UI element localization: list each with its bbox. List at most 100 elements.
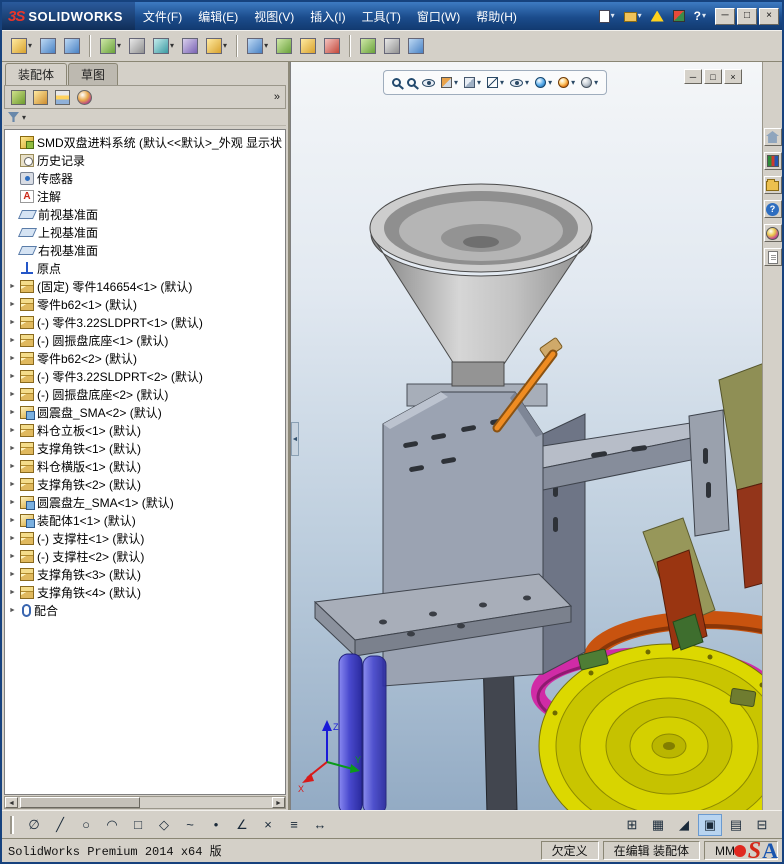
doc-minimize-button[interactable]: ─	[684, 69, 702, 84]
rapid-sketch-button[interactable]: ▤	[724, 814, 748, 836]
funnel-hopper[interactable]	[369, 183, 593, 387]
show-hidden-components-button[interactable]	[179, 34, 201, 58]
scrollbar-thumb[interactable]	[20, 797, 140, 808]
point-button[interactable]: •	[204, 814, 228, 836]
view-orientation-button[interactable]: ▾	[463, 72, 482, 93]
trim-entities-button[interactable]: ×	[256, 814, 280, 836]
menu-window[interactable]: 窗口(W)	[409, 5, 468, 28]
new-document-button[interactable]: ▾	[596, 7, 618, 26]
smart-fasteners-button[interactable]	[126, 34, 148, 58]
insert-components-button[interactable]: ▾	[8, 34, 35, 58]
view-settings-button[interactable]: ▾	[580, 72, 599, 93]
open-document-button[interactable]: ▾	[621, 7, 645, 25]
line-button[interactable]: ╱	[48, 814, 72, 836]
tab-sketch[interactable]: 草图	[68, 63, 119, 85]
panel-overflow-chevron[interactable]: »	[274, 91, 280, 103]
move-component-button[interactable]: ▾	[150, 34, 177, 58]
snap-button[interactable]: ▦	[646, 814, 670, 836]
offset-entities-button[interactable]: ≡	[282, 814, 306, 836]
tree-item-component[interactable]: ► 支撑角铁<4> (默认)	[8, 583, 285, 601]
support-columns[interactable]	[338, 653, 387, 810]
filter-dropdown-icon[interactable]: ▾	[22, 113, 26, 122]
mirror-entities-button[interactable]: ↔	[308, 814, 332, 836]
solidworks-resources-button[interactable]	[648, 8, 667, 25]
tree-item-component[interactable]: ► 支撑角铁<3> (默认)	[8, 565, 285, 583]
tree-item-component[interactable]: ► 圆震盘左_SMA<1> (默认)	[8, 493, 285, 511]
doc-close-button[interactable]: ×	[724, 69, 742, 84]
smart-dimension-button[interactable]: ∅	[22, 814, 46, 836]
expand-arrow[interactable]: ►	[8, 571, 17, 578]
spline-button[interactable]: ~	[178, 814, 202, 836]
tree-item-component[interactable]: ► 支撑角铁<2> (默认)	[8, 475, 285, 493]
menu-insert[interactable]: 插入(I)	[302, 5, 353, 28]
tab-assembly[interactable]: 装配体	[5, 63, 68, 85]
tree-item-front-plane[interactable]: 前视基准面	[8, 205, 285, 223]
section-view-button[interactable]: ▾	[440, 72, 459, 93]
configurationmanager-tab[interactable]	[54, 89, 71, 106]
menu-view[interactable]: 视图(V)	[246, 5, 302, 28]
appearances-scenes-tab[interactable]	[763, 224, 782, 242]
interference-detection-button[interactable]	[357, 34, 379, 58]
doc-restore-button[interactable]: □	[704, 69, 722, 84]
tree-item-component[interactable]: ► (-) 支撑柱<1> (默认)	[8, 529, 285, 547]
tree-item-component[interactable]: ► 料仓立板<1> (默认)	[8, 421, 285, 439]
display-style-button[interactable]: ▾	[486, 72, 505, 93]
circle-button[interactable]: ○	[74, 814, 98, 836]
grid-button[interactable]: ⊞	[620, 814, 644, 836]
tree-item-component[interactable]: ► (-) 零件3.22SLDPRT<1> (默认)	[8, 313, 285, 331]
menu-edit[interactable]: 编辑(E)	[190, 5, 246, 28]
edit-component-button[interactable]	[37, 34, 59, 58]
expand-arrow[interactable]: ►	[8, 427, 17, 434]
polygon-button[interactable]: ◇	[152, 814, 176, 836]
new-motion-study-button[interactable]	[273, 34, 295, 58]
tree-item-component[interactable]: ► (-) 支撑柱<2> (默认)	[8, 547, 285, 565]
design-library-tab[interactable]	[763, 152, 782, 170]
expand-arrow[interactable]: ►	[8, 463, 17, 470]
expand-arrow[interactable]: ►	[8, 589, 17, 596]
instant3d-button[interactable]	[381, 34, 403, 58]
reference-geometry-button[interactable]: ▾	[244, 34, 271, 58]
close-button[interactable]: ×	[759, 7, 779, 25]
view-palette-tab[interactable]	[763, 200, 782, 218]
tree-item-top-plane[interactable]: 上视基准面	[8, 223, 285, 241]
tree-item-component[interactable]: ► 零件b62<2> (默认)	[8, 349, 285, 367]
propertymanager-tab[interactable]	[32, 89, 49, 106]
tree-item-component[interactable]: ► 支撑角铁<1> (默认)	[8, 439, 285, 457]
help-button[interactable]: ? ▾	[691, 6, 709, 26]
sketch-picture-button[interactable]: ▣	[698, 813, 722, 836]
edit-appearance-button[interactable]: ▾	[534, 72, 553, 93]
mate-button[interactable]	[61, 34, 83, 58]
displaymanager-tab[interactable]	[76, 89, 93, 106]
expand-arrow[interactable]: ►	[8, 409, 17, 416]
tree-item-component[interactable]: ► 料仓横版<1> (默认)	[8, 457, 285, 475]
tree-horizontal-scrollbar[interactable]: ◄ ►	[4, 796, 286, 809]
hide-show-items-button[interactable]: ▾	[509, 72, 530, 93]
linear-component-pattern-button[interactable]: ▾	[97, 34, 124, 58]
tree-item-component[interactable]: ► (-) 零件3.22SLDPRT<2> (默认)	[8, 367, 285, 385]
expand-arrow[interactable]: ►	[8, 499, 17, 506]
featuremanager-tree-tab[interactable]	[10, 89, 27, 106]
large-assembly-mode-button[interactable]	[405, 34, 427, 58]
panel-splitter-handle[interactable]: ◄	[291, 422, 299, 456]
tree-item-component[interactable]: ► 圆震盘_SMA<2> (默认)	[8, 403, 285, 421]
expand-arrow[interactable]: ►	[8, 301, 17, 308]
expand-arrow[interactable]: ►	[8, 355, 17, 362]
expand-arrow[interactable]: ►	[8, 373, 17, 380]
restore-button[interactable]: □	[737, 7, 757, 25]
expand-arrow[interactable]: ►	[8, 319, 17, 326]
expand-arrow[interactable]: ►	[8, 337, 17, 344]
apply-scene-button[interactable]: ▾	[557, 72, 576, 93]
tree-item-origin[interactable]: 原点	[8, 259, 285, 277]
graphics-area[interactable]: Z X Y ▾ ▾ ▾ ▾ ▾ ▾ ▾ ─ □ × ◄	[290, 62, 766, 810]
expand-arrow[interactable]: ►	[8, 553, 17, 560]
menu-tools[interactable]: 工具(T)	[354, 5, 409, 28]
filter-funnel-icon[interactable]	[8, 112, 19, 122]
menu-help[interactable]: 帮助(H)	[468, 5, 525, 28]
tree-item-component[interactable]: ► 零件b62<1> (默认)	[8, 295, 285, 313]
tree-item-component[interactable]: ► (-) 圆振盘底座<1> (默认)	[8, 331, 285, 349]
menu-file[interactable]: 文件(F)	[135, 5, 190, 28]
tree-item-component[interactable]: ► 装配体1<1> (默认)	[8, 511, 285, 529]
tree-item-root[interactable]: SMD双盘进料系统 (默认<<默认>_外观 显示状	[8, 133, 285, 151]
shaded-sketch-contours-button[interactable]: ◢	[672, 814, 696, 836]
custom-properties-tab[interactable]	[763, 248, 782, 266]
